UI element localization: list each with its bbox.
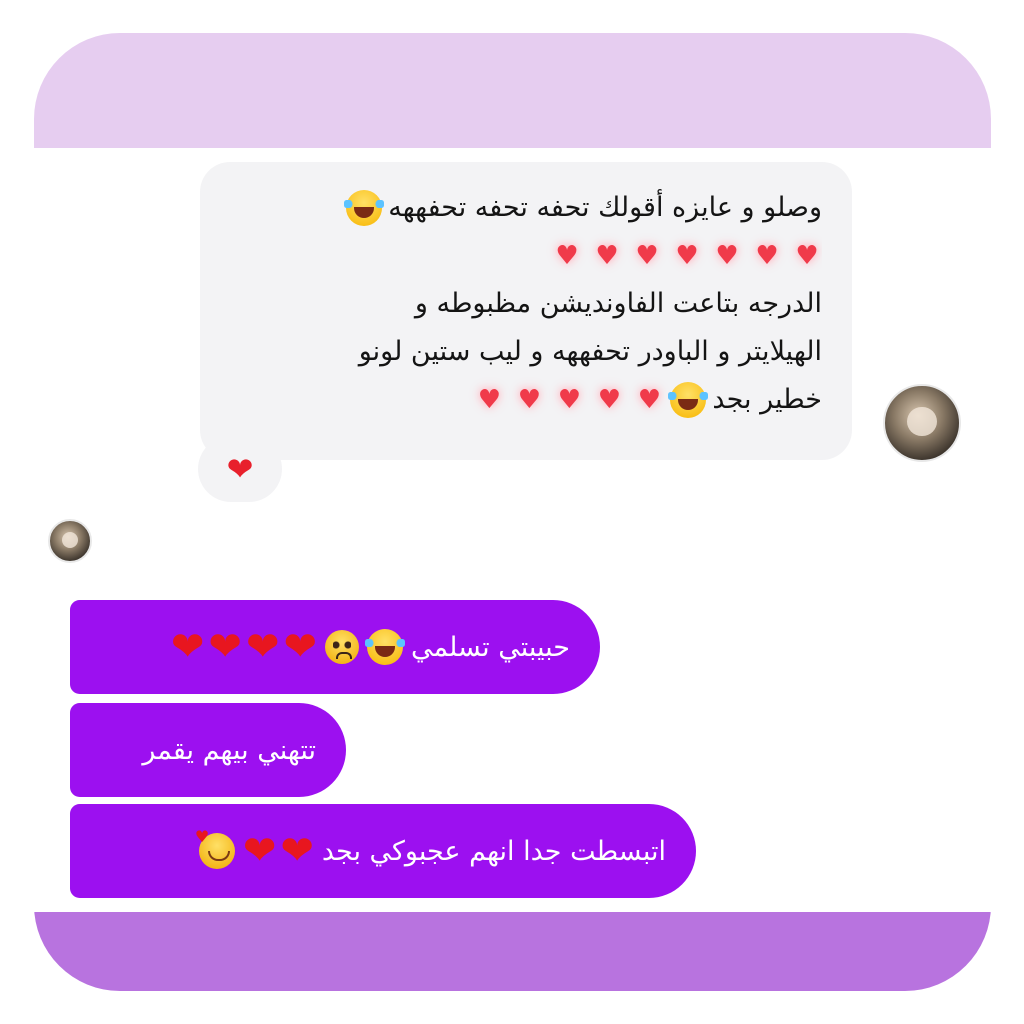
- chat-thread: وصلو و عايزه أقولك تحفه تحفه تحفههه ♥ ♥ …: [0, 0, 1024, 1024]
- red-heart-icon: ❤: [283, 624, 317, 670]
- laugh-cry-emoji-icon: [364, 629, 405, 665]
- avatar-figure: [62, 532, 78, 549]
- red-hearts-row: ❤ ❤: [243, 831, 314, 871]
- sent-message-text: اتبسطت جدا انهم عجبوكي بجد: [321, 835, 666, 867]
- avatar-figure: [907, 406, 937, 437]
- sender-avatar[interactable]: [883, 384, 961, 462]
- pink-heart-icon: ♥: [595, 241, 619, 271]
- pink-heart-icon: ♥: [715, 241, 739, 271]
- pink-heart-icon: ♥: [517, 385, 542, 415]
- received-line-5: خطير بجد ♥ ♥ ♥ ♥ ♥: [230, 376, 822, 424]
- red-heart-icon: ❤: [170, 624, 205, 670]
- red-hearts-row: ❤ ❤ ❤ ❤: [171, 627, 317, 667]
- received-line-3: الدرجه بتاعت الفاونديشن مظبوطه و: [230, 280, 822, 328]
- red-heart-icon: ❤: [242, 828, 277, 874]
- message-reaction[interactable]: ❤: [198, 436, 282, 502]
- pink-hearts-row: ♥ ♥ ♥ ♥ ♥ ♥ ♥: [552, 241, 822, 271]
- pink-heart-icon: ♥: [477, 385, 502, 415]
- received-line-2: ♥ ♥ ♥ ♥ ♥ ♥ ♥: [230, 232, 822, 280]
- pink-heart-icon: ♥: [755, 241, 779, 271]
- pink-heart-icon: ♥: [795, 241, 819, 271]
- red-heart-icon: ❤: [245, 624, 280, 670]
- pink-heart-icon: ♥: [637, 385, 662, 415]
- pink-heart-icon: ♥: [555, 241, 579, 271]
- sent-message-bubble[interactable]: حبيبتي تسلمي ❤ ❤ ❤ ❤: [70, 600, 600, 694]
- pleading-face-emoji-icon: [324, 630, 359, 664]
- received-line-5-text: خطير بجد: [712, 384, 822, 415]
- laugh-cry-emoji-icon: [668, 382, 709, 418]
- smiling-face-with-hearts-emoji-icon: [195, 827, 235, 869]
- pink-heart-icon: ♥: [557, 385, 582, 415]
- sent-message-text: تتهني بيهم يقمر: [142, 734, 316, 766]
- received-line-1: وصلو و عايزه أقولك تحفه تحفه تحفههه: [230, 184, 822, 232]
- sent-message-bubble[interactable]: اتبسطت جدا انهم عجبوكي بجد ❤ ❤: [70, 804, 696, 898]
- sent-message-text: حبيبتي تسلمي: [410, 631, 570, 663]
- red-heart-icon: ❤: [208, 624, 242, 670]
- red-heart-icon: ❤: [280, 828, 314, 874]
- seen-avatar: [48, 519, 92, 563]
- pink-heart-icon: ♥: [635, 241, 659, 271]
- pink-hearts-row: ♥ ♥ ♥ ♥ ♥: [474, 385, 664, 415]
- received-message-bubble[interactable]: وصلو و عايزه أقولك تحفه تحفه تحفههه ♥ ♥ …: [200, 162, 852, 460]
- pink-heart-icon: ♥: [675, 241, 699, 271]
- sent-message-bubble[interactable]: تتهني بيهم يقمر: [70, 703, 346, 797]
- received-line-3-text: الدرجه بتاعت الفاونديشن مظبوطه و: [414, 288, 822, 319]
- laugh-cry-emoji-icon: [344, 190, 385, 226]
- pink-heart-icon: ♥: [597, 385, 622, 415]
- received-line-4-text: الهيلايتر و الباودر تحفههه و ليب ستين لو…: [358, 336, 822, 367]
- received-line-1-text: وصلو و عايزه أقولك تحفه تحفه تحفههه: [388, 192, 822, 223]
- received-line-4: الهيلايتر و الباودر تحفههه و ليب ستين لو…: [230, 328, 822, 376]
- red-heart-reaction-icon: ❤: [226, 450, 254, 488]
